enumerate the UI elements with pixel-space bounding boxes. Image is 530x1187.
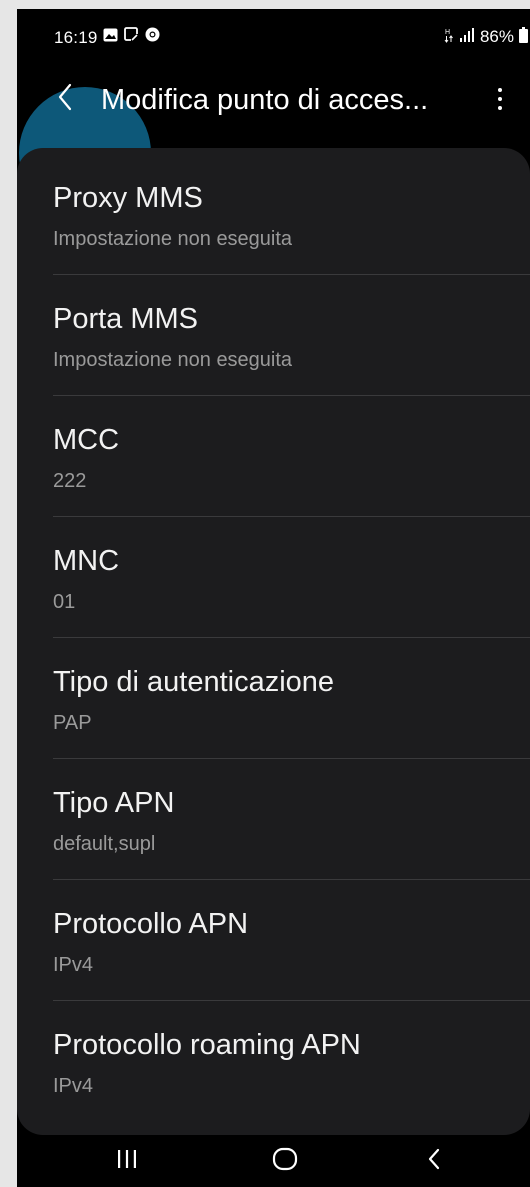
page-title: Modifica punto di acces... [101,84,429,116]
system-status-icons: H 86% [444,26,528,48]
setting-protocollo-roaming-apn[interactable]: Protocollo roaming APN IPv4 [17,1001,530,1122]
setting-value: PAP [53,712,92,734]
setting-porta-mms[interactable]: Porta MMS Impostazione non eseguita [17,275,530,396]
setting-title: Porta MMS [53,303,199,335]
status-time: 16:19 [54,28,98,47]
recents-icon [116,1149,138,1174]
setting-protocollo-apn[interactable]: Protocollo APN IPv4 [17,880,530,1001]
phone-screen: 16:19 H 86% Modifica punto di acces... P… [17,9,530,1187]
nav-back-button[interactable] [404,1143,464,1179]
gallery-icon [103,28,118,47]
more-options-button[interactable] [488,81,512,117]
setting-title: Protocollo roaming APN [53,1029,361,1061]
recents-button[interactable] [97,1143,157,1179]
setting-title: MCC [53,424,120,456]
apn-settings-list: Proxy MMS Impostazione non eseguita Port… [17,148,530,1135]
setting-mcc[interactable]: MCC 222 [17,396,530,517]
battery-icon [519,26,528,48]
chevron-left-icon [56,83,74,116]
app-bar: Modifica punto di acces... [17,65,530,219]
setting-value: Impostazione non eseguita [53,228,293,250]
home-button[interactable] [255,1143,315,1179]
lte-data-icon: H [444,27,454,48]
chrome-icon [145,27,160,47]
more-vert-icon [498,88,502,92]
screenshot-icon [124,27,139,47]
setting-value: default,supl [53,833,156,855]
status-bar: 16:19 H 86% [17,9,530,65]
setting-value: Impostazione non eseguita [53,349,293,371]
setting-proxy-mms[interactable]: Proxy MMS Impostazione non eseguita [17,148,530,269]
battery-percentage: 86% [479,27,514,46]
setting-value: 222 [53,470,87,492]
setting-title: MNC [53,545,120,577]
back-icon [427,1148,441,1175]
setting-value: IPv4 [53,954,94,976]
notification-icons [103,27,160,47]
setting-tipo-autenticazione[interactable]: Tipo di autenticazione PAP [17,638,530,759]
signal-icon [459,27,475,47]
home-icon [272,1147,298,1176]
setting-title: Tipo APN [53,787,175,819]
setting-tipo-apn[interactable]: Tipo APN default,supl [17,759,530,880]
setting-value: IPv4 [53,1075,94,1097]
back-button[interactable] [45,79,85,119]
more-vert-dot [498,106,502,110]
setting-title: Proxy MMS [53,182,203,214]
setting-title: Protocollo APN [53,908,249,940]
more-vert-dot [498,97,502,101]
navigation-bar [17,1135,530,1187]
setting-value: 01 [53,591,76,613]
setting-title: Tipo di autenticazione [53,666,335,698]
setting-mnc[interactable]: MNC 01 [17,517,530,638]
svg-text:H: H [445,29,450,36]
